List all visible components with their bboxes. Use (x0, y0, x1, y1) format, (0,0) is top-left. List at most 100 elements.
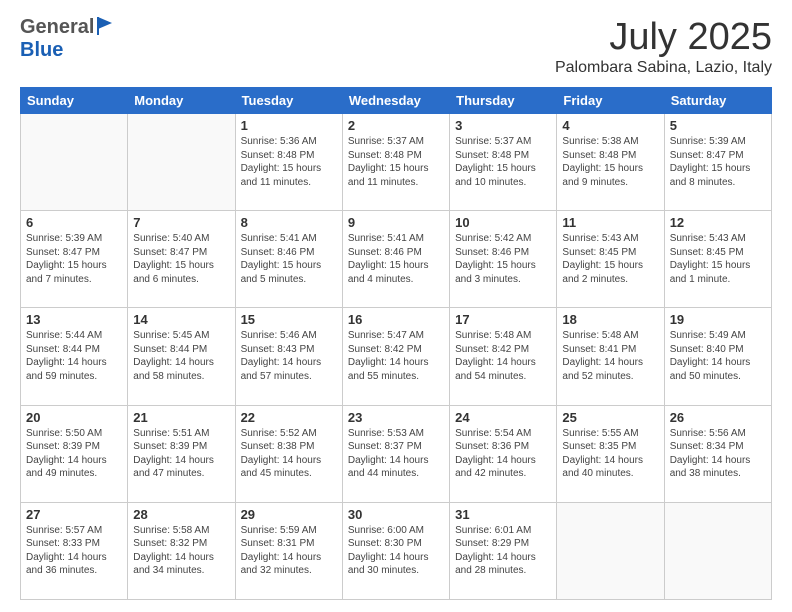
day-info: Sunrise: 5:41 AM Sunset: 8:46 PM Dayligh… (241, 232, 337, 286)
title-section: July 2025 Palombara Sabina, Lazio, Italy (555, 16, 772, 77)
day-number: 9 (348, 215, 444, 230)
header-saturday: Saturday (664, 88, 771, 114)
calendar-table: Sunday Monday Tuesday Wednesday Thursday… (20, 87, 772, 600)
header-wednesday: Wednesday (342, 88, 449, 114)
day-info: Sunrise: 5:48 AM Sunset: 8:41 PM Dayligh… (562, 329, 658, 383)
calendar-cell: 26Sunrise: 5:56 AM Sunset: 8:34 PM Dayli… (664, 405, 771, 502)
day-number: 11 (562, 215, 658, 230)
day-number: 28 (133, 507, 229, 522)
day-number: 19 (670, 312, 766, 327)
day-number: 6 (26, 215, 122, 230)
logo-blue: Blue (20, 39, 63, 62)
day-info: Sunrise: 5:37 AM Sunset: 8:48 PM Dayligh… (455, 135, 551, 189)
calendar-cell: 14 Sunrise: 5:45 AM Sunset: 8:44 PM Dayli… (128, 308, 235, 405)
page: General Blue July 2025 Palombara Sabina,… (0, 0, 792, 612)
day-info: Sunrise: 5:51 AM Sunset: 8:39 PM Dayligh… (133, 427, 229, 481)
calendar-cell: 3 Sunrise: 5:37 AM Sunset: 8:48 PM Daylig… (450, 114, 557, 211)
calendar-cell (557, 502, 664, 599)
logo-general: General (20, 16, 94, 39)
calendar-cell: 20Sunrise: 5:50 AM Sunset: 8:39 PM Dayli… (21, 405, 128, 502)
day-number: 22 (241, 410, 337, 425)
day-number: 18 (562, 312, 658, 327)
calendar-cell: 24Sunrise: 5:54 AM Sunset: 8:36 PM Dayli… (450, 405, 557, 502)
calendar-cell: 9Sunrise: 5:41 AM Sunset: 8:46 PM Daylig… (342, 211, 449, 308)
calendar-cell: 25 Sunrise: 5:55 AM Sunset: 8:35 PM Dayli… (557, 405, 664, 502)
day-info: Sunrise: 5:38 AM Sunset: 8:48 PM Dayligh… (562, 135, 658, 189)
day-info: Sunrise: 5:42 AM Sunset: 8:46 PM Dayligh… (455, 232, 551, 286)
day-number: 24 (455, 410, 551, 425)
day-number: 16 (348, 312, 444, 327)
calendar-cell: 5 Sunrise: 5:39 AM Sunset: 8:47 PM Daylig… (664, 114, 771, 211)
day-number: 7 (133, 215, 229, 230)
day-info: Sunrise: 5:52 AM Sunset: 8:38 PM Dayligh… (241, 427, 337, 481)
day-info: Sunrise: 6:01 AM Sunset: 8:29 PM Dayligh… (455, 524, 551, 578)
day-number: 10 (455, 215, 551, 230)
header-friday: Friday (557, 88, 664, 114)
day-number: 8 (241, 215, 337, 230)
day-info: Sunrise: 5:55 AM Sunset: 8:35 PM Dayligh… (562, 427, 658, 481)
location-title: Palombara Sabina, Lazio, Italy (555, 59, 772, 77)
day-info: Sunrise: 5:46 AM Sunset: 8:43 PM Dayligh… (241, 329, 337, 383)
day-info: Sunrise: 5:36 AM Sunset: 8:48 PM Dayligh… (241, 135, 337, 189)
day-number: 15 (241, 312, 337, 327)
day-number: 20 (26, 410, 122, 425)
day-number: 3 (455, 118, 551, 133)
calendar-cell (128, 114, 235, 211)
calendar-cell: 10 Sunrise: 5:42 AM Sunset: 8:46 PM Dayli… (450, 211, 557, 308)
calendar-cell: 30 Sunrise: 6:00 AM Sunset: 8:30 PM Dayli… (342, 502, 449, 599)
day-info: Sunrise: 5:59 AM Sunset: 8:31 PM Dayligh… (241, 524, 337, 578)
day-number: 4 (562, 118, 658, 133)
calendar-week-5: 27 Sunrise: 5:57 AM Sunset: 8:33 PM Dayli… (21, 502, 772, 599)
header-tuesday: Tuesday (235, 88, 342, 114)
calendar-cell: 29 Sunrise: 5:59 AM Sunset: 8:31 PM Dayli… (235, 502, 342, 599)
day-info: Sunrise: 5:48 AM Sunset: 8:42 PM Dayligh… (455, 329, 551, 383)
day-info: Sunrise: 5:47 AM Sunset: 8:42 PM Dayligh… (348, 329, 444, 383)
day-info: Sunrise: 5:53 AM Sunset: 8:37 PM Dayligh… (348, 427, 444, 481)
day-info: Sunrise: 5:58 AM Sunset: 8:32 PM Dayligh… (133, 524, 229, 578)
calendar-cell (664, 502, 771, 599)
day-info: Sunrise: 5:40 AM Sunset: 8:47 PM Dayligh… (133, 232, 229, 286)
calendar-cell: 28 Sunrise: 5:58 AM Sunset: 8:32 PM Dayli… (128, 502, 235, 599)
header-monday: Monday (128, 88, 235, 114)
day-number: 17 (455, 312, 551, 327)
day-info: Sunrise: 5:57 AM Sunset: 8:33 PM Dayligh… (26, 524, 122, 578)
day-info: Sunrise: 5:44 AM Sunset: 8:44 PM Dayligh… (26, 329, 122, 383)
calendar-cell: 12 Sunrise: 5:43 AM Sunset: 8:45 PM Dayli… (664, 211, 771, 308)
calendar-cell: 4 Sunrise: 5:38 AM Sunset: 8:48 PM Daylig… (557, 114, 664, 211)
calendar-cell: 13Sunrise: 5:44 AM Sunset: 8:44 PM Dayli… (21, 308, 128, 405)
day-number: 25 (562, 410, 658, 425)
calendar-cell: 27 Sunrise: 5:57 AM Sunset: 8:33 PM Dayli… (21, 502, 128, 599)
day-number: 21 (133, 410, 229, 425)
day-number: 12 (670, 215, 766, 230)
day-number: 30 (348, 507, 444, 522)
day-number: 14 (133, 312, 229, 327)
calendar-cell: 31Sunrise: 6:01 AM Sunset: 8:29 PM Dayli… (450, 502, 557, 599)
day-info: Sunrise: 5:49 AM Sunset: 8:40 PM Dayligh… (670, 329, 766, 383)
day-number: 23 (348, 410, 444, 425)
calendar-cell: 8 Sunrise: 5:41 AM Sunset: 8:46 PM Daylig… (235, 211, 342, 308)
logo-icon (96, 15, 114, 37)
day-number: 27 (26, 507, 122, 522)
header-thursday: Thursday (450, 88, 557, 114)
day-number: 5 (670, 118, 766, 133)
day-info: Sunrise: 5:43 AM Sunset: 8:45 PM Dayligh… (670, 232, 766, 286)
day-number: 2 (348, 118, 444, 133)
header-sunday: Sunday (21, 88, 128, 114)
calendar-cell: 15 Sunrise: 5:46 AM Sunset: 8:43 PM Dayli… (235, 308, 342, 405)
calendar-cell: 7 Sunrise: 5:40 AM Sunset: 8:47 PM Daylig… (128, 211, 235, 308)
day-number: 29 (241, 507, 337, 522)
calendar-cell: 19 Sunrise: 5:49 AM Sunset: 8:40 PM Dayli… (664, 308, 771, 405)
calendar-cell: 23 Sunrise: 5:53 AM Sunset: 8:37 PM Dayli… (342, 405, 449, 502)
calendar-cell: 16 Sunrise: 5:47 AM Sunset: 8:42 PM Dayli… (342, 308, 449, 405)
month-title: July 2025 (555, 16, 772, 59)
logo: General Blue (20, 16, 114, 62)
calendar-week-3: 13Sunrise: 5:44 AM Sunset: 8:44 PM Dayli… (21, 308, 772, 405)
day-info: Sunrise: 6:00 AM Sunset: 8:30 PM Dayligh… (348, 524, 444, 578)
day-info: Sunrise: 5:39 AM Sunset: 8:47 PM Dayligh… (670, 135, 766, 189)
day-info: Sunrise: 5:45 AM Sunset: 8:44 PM Dayligh… (133, 329, 229, 383)
weekday-header-row: Sunday Monday Tuesday Wednesday Thursday… (21, 88, 772, 114)
calendar-cell: 17 Sunrise: 5:48 AM Sunset: 8:42 PM Dayli… (450, 308, 557, 405)
calendar-cell: 11Sunrise: 5:43 AM Sunset: 8:45 PM Dayli… (557, 211, 664, 308)
calendar-cell: 2Sunrise: 5:37 AM Sunset: 8:48 PM Daylig… (342, 114, 449, 211)
calendar-week-4: 20Sunrise: 5:50 AM Sunset: 8:39 PM Dayli… (21, 405, 772, 502)
